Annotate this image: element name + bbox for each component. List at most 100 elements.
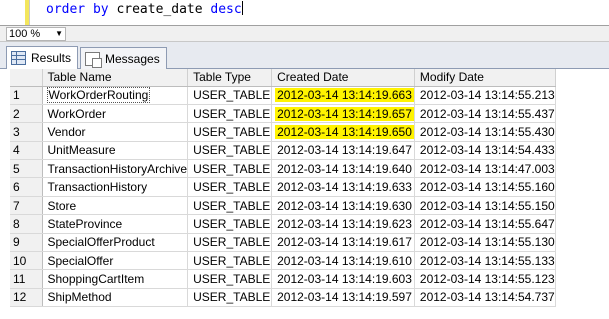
cell-created-date[interactable]: 2012-03-14 13:14:19.603 xyxy=(271,269,415,289)
table-row[interactable]: 11 ShoppingCartItem USER_TABLE 2012-03-14 1… xyxy=(10,269,556,289)
row-number[interactable]: 10 xyxy=(10,251,43,271)
table-row[interactable]: 1 WorkOrderRouting USER_TABLE 2012-03-14 13… xyxy=(10,86,556,105)
cell-table-type-text: USER_TABLE xyxy=(193,272,271,287)
cell-modify-date[interactable]: 2012-03-14 13:14:55.647 xyxy=(414,214,556,234)
table-row[interactable]: 4 UnitMeasure USER_TABLE 2012-03-14 13:14:1… xyxy=(10,141,556,161)
cell-created-date[interactable]: 2012-03-14 13:14:19.597 xyxy=(271,288,415,308)
cell-modify-date[interactable]: 2012-03-14 13:14:55.160 xyxy=(414,177,556,197)
cell-created-date[interactable]: 2012-03-14 13:14:19.657 xyxy=(271,104,415,124)
cell-table-name[interactable]: SpecialOffer xyxy=(42,251,189,271)
row-number[interactable]: 12 xyxy=(10,288,43,308)
cell-table-type[interactable]: USER_TABLE xyxy=(187,141,273,161)
cell-modify-date-text: 2012-03-14 13:14:55.437 xyxy=(419,106,555,121)
table-row[interactable]: 8 StateProvince USER_TABLE 2012-03-14 13:14… xyxy=(10,214,556,234)
zoom-select[interactable]: 100 % ▼ xyxy=(6,27,66,41)
row-number[interactable]: 7 xyxy=(10,196,43,216)
column-header-created-date[interactable]: Created Date xyxy=(271,69,415,87)
row-number[interactable]: 1 xyxy=(10,86,43,105)
table-row[interactable]: 9 SpecialOfferProduct USER_TABLE 2012-03-14… xyxy=(10,233,556,253)
results-table: Table Name Table Type Created Date Modif… xyxy=(10,69,556,308)
row-number[interactable]: 2 xyxy=(10,104,43,124)
table-row[interactable]: 5 TransactionHistoryArchive USER_TABLE 2012… xyxy=(10,159,556,179)
cell-table-type[interactable]: USER_TABLE xyxy=(187,251,273,271)
cell-table-type[interactable]: USER_TABLE xyxy=(187,122,273,142)
cell-table-name[interactable]: Store xyxy=(42,196,189,216)
row-number-text: 3 xyxy=(13,124,20,139)
cell-created-date[interactable]: 2012-03-14 13:14:19.630 xyxy=(271,196,415,216)
cell-table-name[interactable]: SpecialOfferProduct xyxy=(42,233,189,253)
cell-table-type-text: USER_TABLE xyxy=(193,180,271,195)
table-row[interactable]: 6 TransactionHistory USER_TABLE 2012-03-14 … xyxy=(10,177,556,197)
cell-modify-date[interactable]: 2012-03-14 13:14:55.213 xyxy=(414,86,556,105)
row-number-text: 9 xyxy=(13,235,20,250)
table-row[interactable]: 7 Store USER_TABLE 2012-03-14 13:14:19.630 2… xyxy=(10,196,556,216)
cell-modify-date[interactable]: 2012-03-14 13:14:55.437 xyxy=(414,104,556,124)
grid-icon xyxy=(11,51,26,65)
row-number[interactable]: 11 xyxy=(10,269,43,289)
cell-created-date[interactable]: 2012-03-14 13:14:19.640 xyxy=(271,159,415,179)
sql-keyword-order: order xyxy=(46,2,86,17)
cell-table-name[interactable]: TransactionHistory xyxy=(42,177,189,197)
cell-table-name[interactable]: ShoppingCartItem xyxy=(42,269,189,289)
cell-table-name[interactable]: WorkOrder xyxy=(42,104,189,124)
cell-modify-date[interactable]: 2012-03-14 13:14:54.737 xyxy=(414,288,556,308)
cell-modify-date[interactable]: 2012-03-14 13:14:55.430 xyxy=(414,122,556,142)
cell-table-name[interactable]: ShipMethod xyxy=(42,288,189,308)
cell-modify-date[interactable]: 2012-03-14 13:14:55.123 xyxy=(414,269,556,289)
tab-results[interactable]: Results xyxy=(6,46,79,69)
cell-created-date[interactable]: 2012-03-14 13:14:19.610 xyxy=(271,251,415,271)
cell-table-type[interactable]: USER_TABLE xyxy=(187,159,273,179)
cell-table-type[interactable]: USER_TABLE xyxy=(187,233,273,253)
cell-modify-date[interactable]: 2012-03-14 13:14:55.133 xyxy=(414,251,556,271)
cell-created-date[interactable]: 2012-03-14 13:14:19.617 xyxy=(271,233,415,253)
cell-table-name[interactable]: WorkOrderRouting xyxy=(42,86,189,105)
cell-table-type[interactable]: USER_TABLE xyxy=(187,177,273,197)
row-number[interactable]: 3 xyxy=(10,122,43,142)
cell-modify-date[interactable]: 2012-03-14 13:14:55.150 xyxy=(414,196,556,216)
query-editor[interactable]: order by create_date desc xyxy=(0,0,609,25)
chevron-down-icon[interactable]: ▼ xyxy=(55,28,63,40)
row-number[interactable]: 5 xyxy=(10,159,43,179)
row-number[interactable]: 6 xyxy=(10,177,43,197)
cell-created-date-text: 2012-03-14 13:14:19.603 xyxy=(277,272,412,287)
cell-table-type[interactable]: USER_TABLE xyxy=(187,86,273,105)
cell-created-date[interactable]: 2012-03-14 13:14:19.650 xyxy=(271,122,415,142)
column-header-table-type[interactable]: Table Type xyxy=(187,69,273,87)
row-number-text: 12 xyxy=(13,290,27,305)
row-number-text: 6 xyxy=(13,180,20,195)
tab-messages[interactable]: Messages xyxy=(80,47,167,69)
cell-created-date[interactable]: 2012-03-14 13:14:19.623 xyxy=(271,214,415,234)
cell-table-name[interactable]: TransactionHistoryArchive xyxy=(42,159,189,179)
row-number[interactable]: 9 xyxy=(10,233,43,253)
cell-modify-date[interactable]: 2012-03-14 13:14:54.433 xyxy=(414,141,556,161)
cell-table-name[interactable]: UnitMeasure xyxy=(42,141,189,161)
cell-table-type[interactable]: USER_TABLE xyxy=(187,214,273,234)
cell-table-name[interactable]: StateProvince xyxy=(42,214,189,234)
code-line[interactable]: order by create_date desc xyxy=(46,1,243,18)
row-number-text: 7 xyxy=(13,198,20,213)
cell-table-name-text: Vendor xyxy=(47,124,86,139)
column-header-table-name[interactable]: Table Name xyxy=(42,69,189,87)
cell-modify-date-text: 2012-03-14 13:14:47.003 xyxy=(419,161,555,176)
cell-table-type[interactable]: USER_TABLE xyxy=(187,104,273,124)
table-row[interactable]: 10 SpecialOffer USER_TABLE 2012-03-14 13:14… xyxy=(10,251,556,271)
cell-modify-date[interactable]: 2012-03-14 13:14:55.130 xyxy=(414,233,556,253)
cell-table-type[interactable]: USER_TABLE xyxy=(187,196,273,216)
column-header-rownum[interactable] xyxy=(10,69,43,87)
cell-table-type[interactable]: USER_TABLE xyxy=(187,269,273,289)
zoom-value: 100 % xyxy=(9,28,41,40)
cell-created-date-text: 2012-03-14 13:14:19.610 xyxy=(277,253,412,268)
column-header-modify-date[interactable]: Modify Date xyxy=(414,69,556,87)
results-grid[interactable]: Table Name Table Type Created Date Modif… xyxy=(10,69,609,319)
cell-table-type[interactable]: USER_TABLE xyxy=(187,288,273,308)
table-row[interactable]: 2 WorkOrder USER_TABLE 2012-03-14 13:14:19.… xyxy=(10,104,556,124)
cell-modify-date[interactable]: 2012-03-14 13:14:47.003 xyxy=(414,159,556,179)
cell-created-date[interactable]: 2012-03-14 13:14:19.647 xyxy=(271,141,415,161)
table-row[interactable]: 3 Vendor USER_TABLE 2012-03-14 13:14:19.650… xyxy=(10,122,556,142)
row-number[interactable]: 4 xyxy=(10,141,43,161)
cell-table-name[interactable]: Vendor xyxy=(42,122,189,142)
cell-created-date[interactable]: 2012-03-14 13:14:19.633 xyxy=(271,177,415,197)
table-row[interactable]: 12 ShipMethod USER_TABLE 2012-03-14 13:14:1… xyxy=(10,288,556,308)
cell-created-date[interactable]: 2012-03-14 13:14:19.663 xyxy=(271,86,415,105)
row-number[interactable]: 8 xyxy=(10,214,43,234)
